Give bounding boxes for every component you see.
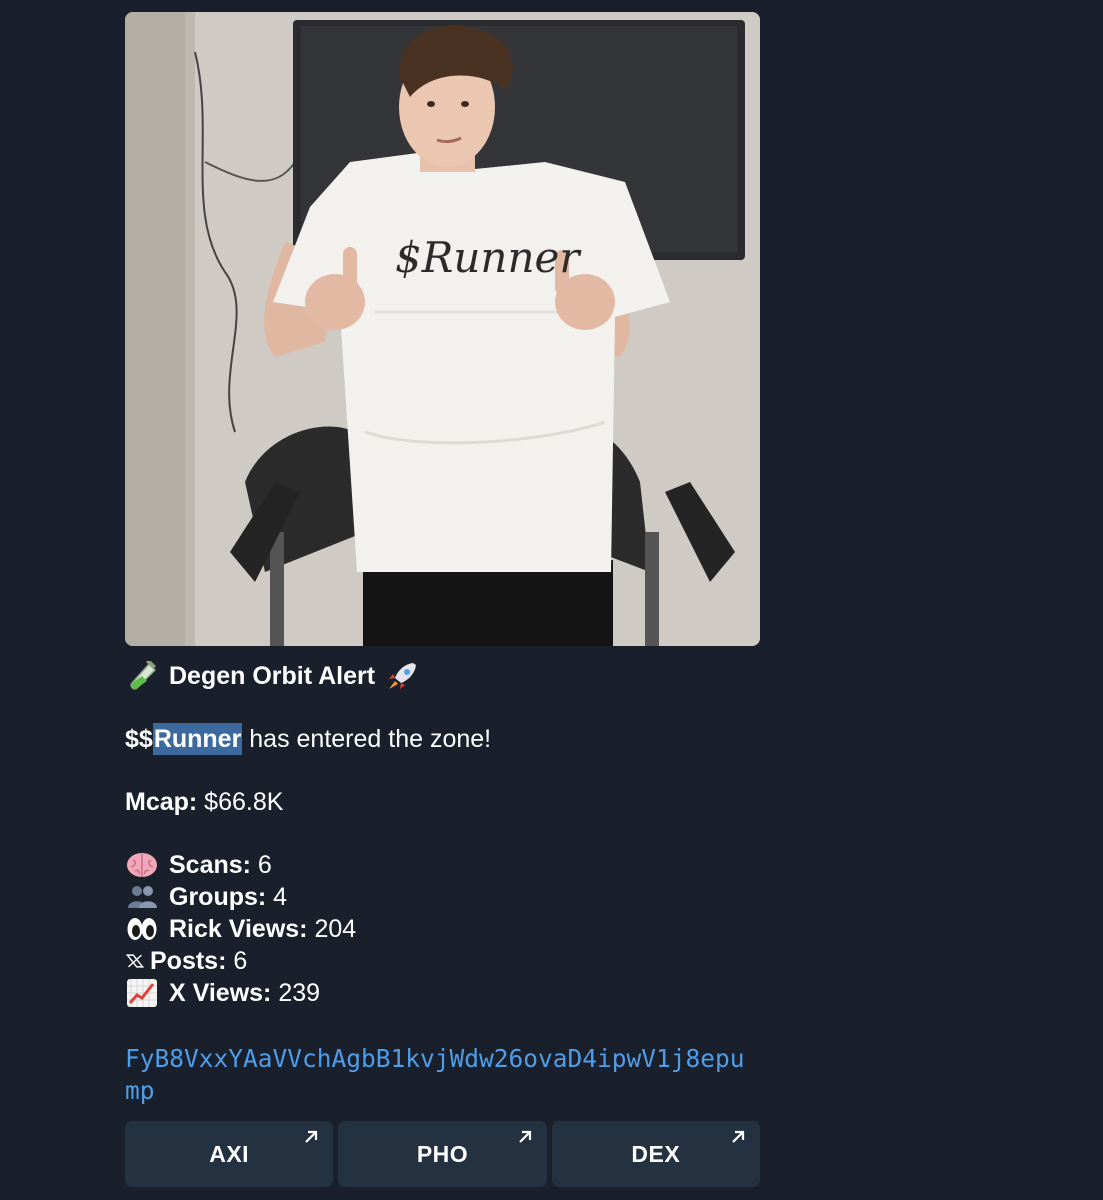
- alert-title-line: Degen Orbit Alert: [125, 660, 760, 692]
- x-views-value: 239: [271, 979, 321, 1007]
- x-logo-icon: [125, 954, 145, 968]
- brain-icon: [127, 853, 157, 877]
- axi-button[interactable]: AXI: [125, 1121, 334, 1187]
- external-arrow-icon: [305, 1130, 318, 1143]
- external-arrow-icon: [732, 1130, 745, 1143]
- mcap-label: Mcap:: [125, 788, 198, 816]
- posts-label: Posts:: [150, 947, 227, 975]
- posts-line: Posts: 6: [125, 945, 760, 977]
- mcap-value: $66.8K: [197, 788, 284, 816]
- external-arrow-icon: [518, 1130, 531, 1143]
- chart-increasing-icon: [127, 979, 157, 1007]
- message-photo[interactable]: $Runner: [125, 12, 760, 646]
- groups-label: Groups:: [169, 883, 267, 911]
- rick-views-line: Rick Views: 204: [125, 913, 760, 945]
- person-photo-illustration: $Runner: [125, 12, 760, 646]
- rocket-icon: [389, 663, 417, 689]
- x-views-label: X Views:: [169, 979, 272, 1007]
- token-entered-text: has entered the zone!: [242, 725, 492, 753]
- test-tube-icon: [130, 661, 157, 690]
- inline-keyboard: AXI PHO DEX: [125, 1121, 760, 1187]
- x-views-line: X Views: 239: [125, 977, 760, 1009]
- token-prefix: $$: [125, 725, 153, 753]
- shirt-text: $Runner: [395, 233, 582, 282]
- scans-line: Scans: 6: [125, 849, 760, 881]
- alert-title: Degen Orbit Alert: [169, 662, 376, 690]
- eyes-icon: [127, 918, 157, 940]
- dex-button[interactable]: DEX: [551, 1121, 760, 1187]
- token-line: $$ Runner has entered the zone!: [125, 723, 760, 755]
- rick-views-label: Rick Views:: [169, 915, 308, 943]
- posts-value: 6: [226, 947, 248, 975]
- mcap-line: Mcap: $66.8K: [125, 786, 760, 818]
- pho-button-label: PHO: [416, 1140, 469, 1167]
- pho-button[interactable]: PHO: [338, 1121, 547, 1187]
- rick-views-value: 204: [307, 915, 357, 943]
- groups-line: Groups: 4: [125, 881, 760, 913]
- axi-button-label: AXI: [209, 1140, 250, 1167]
- people-icon: [128, 886, 157, 908]
- contract-address-link[interactable]: FyB8VxxYAaVVchAgbB1kvjWdw26ovaD4ipwV1j8e…: [125, 1043, 745, 1107]
- bot-message: $Runner Degen Orbit Alert $$ Runner has e…: [125, 12, 760, 1187]
- scans-label: Scans:: [169, 851, 251, 879]
- token-ticker[interactable]: Runner: [152, 723, 243, 755]
- dex-button-label: DEX: [631, 1140, 681, 1167]
- message-text: Degen Orbit Alert $$ Runner has entered t…: [125, 660, 760, 1009]
- scans-value: 6: [250, 851, 272, 879]
- groups-value: 4: [266, 883, 288, 911]
